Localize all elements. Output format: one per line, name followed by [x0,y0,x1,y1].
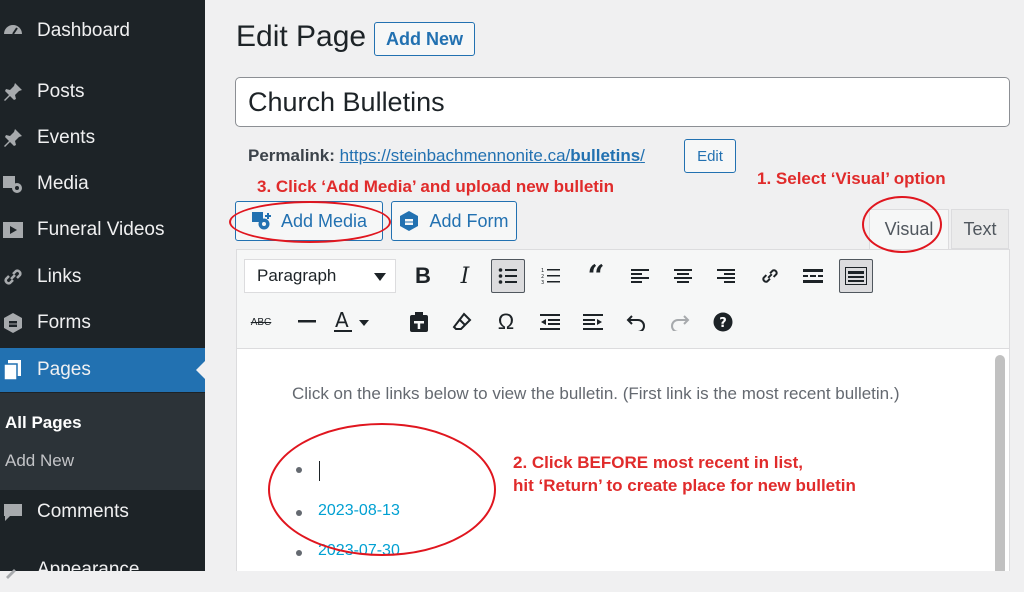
dashboard-icon [0,18,26,44]
pushpin-icon [0,79,26,105]
bullet [296,550,302,556]
page-title-input[interactable]: Church Bulletins [235,77,1010,127]
appearance-icon [0,557,26,583]
bold-icon[interactable]: B [406,259,440,293]
menu-label: Appearance [37,559,140,580]
pushpin-icon [0,125,26,151]
permalink-slash: / [640,146,645,165]
outdent-icon[interactable] [533,305,567,339]
special-character-icon[interactable]: Ω [489,305,523,339]
align-left-icon[interactable] [623,259,657,293]
help-icon[interactable]: ? [706,305,740,339]
bullet-list-icon[interactable] [491,259,525,293]
menu-label: Pages [37,359,91,380]
toolbar-toggle-icon[interactable] [839,259,873,293]
editor-scrollbar[interactable] [995,355,1005,571]
menu-label: Links [37,266,82,287]
annotation-ring-visual [862,196,942,253]
menu-item-events[interactable]: Events [0,116,205,160]
pages-submenu: All Pages Add New [0,393,205,490]
forms-icon [0,310,26,336]
menu-label: Dashboard [37,20,130,41]
menu-item-posts[interactable]: Posts [0,70,205,114]
submenu-add-new[interactable]: Add New [5,451,74,471]
permalink-edit-button[interactable]: Edit [684,139,736,173]
strikethrough-icon[interactable]: ABC [244,305,278,339]
read-more-icon[interactable] [796,259,830,293]
menu-label: Events [37,127,96,148]
chevron-down-icon [374,273,386,281]
format-select[interactable]: Paragraph [244,259,396,293]
menu-item-comments[interactable]: Comments [0,490,205,534]
menu-item-links[interactable]: Links [0,255,205,299]
permalink-label: Permalink: [248,146,335,165]
clear-formatting-icon[interactable] [445,305,479,339]
annotation-step3: 3. Click ‘Add Media’ and upload new bull… [257,177,615,196]
menu-label: Posts [37,81,85,102]
permalink-link[interactable]: https://steinbachmennonite.ca/bulletins/ [340,146,645,165]
blockquote-icon[interactable]: “ [579,259,613,294]
admin-sidebar: Dashboard Posts Events Media Funeral Vid… [0,0,205,580]
video-icon [0,217,26,243]
menu-item-appearance[interactable]: Appearance [0,548,205,592]
menu-label: Comments [37,501,129,522]
permalink-row: Permalink: https://steinbachmennonite.ca… [248,146,645,166]
permalink-slug: bulletins [570,146,641,165]
active-indicator [196,361,205,379]
add-form-label: Add Form [429,210,509,231]
menu-item-pages[interactable]: Pages [0,348,205,392]
align-center-icon[interactable] [666,259,700,293]
text-color-icon[interactable]: A [332,305,372,339]
editor-toolbar: Paragraph B I 123 “ ABC A Ω ? [236,249,1010,349]
link-icon[interactable] [753,259,787,293]
menu-item-funeral-videos[interactable]: Funeral Videos [0,208,205,252]
menu-item-media[interactable]: Media [0,162,205,206]
submenu-all-pages[interactable]: All Pages [5,413,82,433]
menu-label: Funeral Videos [37,219,165,240]
media-icon [0,171,26,197]
permalink-base: https://steinbachmennonite.ca/ [339,146,571,165]
format-select-value: Paragraph [257,266,337,285]
numbered-list-icon[interactable]: 123 [534,259,568,293]
menu-label: Forms [37,312,91,333]
annotation-step2-line1: 2. Click BEFORE most recent in list, [513,453,804,472]
links-icon [0,264,26,290]
page-title: Edit Page [236,20,367,53]
annotation-ring-add-media [229,201,391,243]
menu-item-forms[interactable]: Forms [0,301,205,345]
menu-item-dashboard[interactable]: Dashboard [0,9,205,53]
forms-icon [399,210,419,232]
annotation-step2-line2: hit ‘Return’ to create place for new bul… [513,476,856,495]
svg-text:?: ? [719,316,727,331]
add-new-button[interactable]: Add New [374,22,475,56]
menu-label: Media [37,173,89,194]
indent-icon[interactable] [576,305,610,339]
pages-icon [0,357,26,383]
horizontal-line-icon[interactable] [290,305,324,339]
annotation-ring-list [268,423,496,556]
redo-icon[interactable] [663,305,697,339]
annotation-step1: 1. Select ‘Visual’ option [757,169,946,188]
undo-icon[interactable] [619,305,653,339]
tab-text[interactable]: Text [951,209,1009,249]
svg-text:A: A [335,309,349,332]
paste-text-icon[interactable] [402,305,436,339]
intro-paragraph: Click on the links below to view the bul… [292,384,900,403]
svg-text:3: 3 [541,280,544,285]
add-form-button[interactable]: Add Form [391,201,517,241]
italic-icon[interactable]: I [448,259,482,293]
align-right-icon[interactable] [709,259,743,293]
comments-icon [0,499,26,525]
